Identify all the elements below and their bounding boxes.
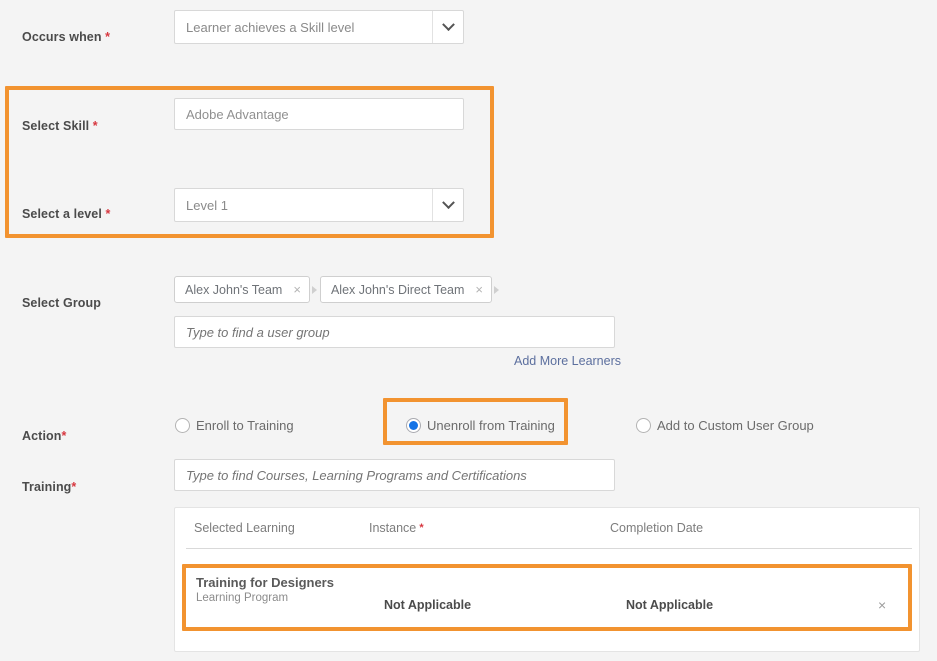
required-asterisk: * [102,207,111,221]
column-header-label: Instance [369,521,416,535]
radio-add-to-custom-user-group[interactable]: Add to Custom User Group [636,418,814,433]
occurs-when-label: Occurs when * [22,30,110,44]
required-asterisk: * [71,480,76,494]
enrollment-rule-form: Occurs when * Learner achieves a Skill l… [0,0,937,661]
chip-caret-icon [494,286,499,294]
required-asterisk: * [102,30,111,44]
group-chip-label: Alex John's Team [185,283,282,297]
selected-groups-chip-row: Alex John's Team × Alex John's Direct Te… [174,276,502,303]
close-icon[interactable]: × [475,283,483,296]
training-type: Learning Program [196,591,334,606]
radio-circle-icon[interactable] [406,418,421,433]
group-chip[interactable]: Alex John's Team × [174,276,310,303]
action-label-text: Action [22,429,62,443]
select-level-label: Select a level * [22,207,110,221]
radio-unenroll-from-training[interactable]: Unenroll from Training [406,418,555,433]
select-skill-label: Select Skill * [22,119,98,133]
table-header-instance: Instance * [369,521,424,535]
group-chip[interactable]: Alex John's Direct Team × [320,276,492,303]
table-row[interactable]: Training for Designers Learning Program [196,575,334,606]
action-label: Action* [22,429,66,443]
radio-circle-icon[interactable] [636,418,651,433]
chip-caret-icon [312,286,317,294]
table-header-divider [186,548,912,549]
select-group-label: Select Group [22,296,101,310]
select-level-select[interactable]: Level 1 [174,188,464,222]
radio-label: Add to Custom User Group [657,418,814,433]
chevron-down-icon[interactable] [432,11,463,43]
training-label-text: Training [22,480,71,494]
table-header-selected-learning: Selected Learning [194,521,295,535]
add-more-learners-link[interactable]: Add More Learners [514,354,621,368]
select-group-label-text: Select Group [22,296,101,310]
occurs-when-select[interactable]: Learner achieves a Skill level [174,10,464,44]
required-asterisk: * [416,522,423,534]
occurs-when-value: Learner achieves a Skill level [175,20,432,35]
radio-label: Enroll to Training [196,418,294,433]
remove-training-row-icon[interactable]: × [878,597,886,613]
select-level-value: Level 1 [175,198,432,213]
training-instance-value: Not Applicable [384,598,471,612]
group-chip-label: Alex John's Direct Team [331,283,464,297]
required-asterisk: * [89,119,98,133]
radio-label: Unenroll from Training [427,418,555,433]
training-label: Training* [22,480,76,494]
training-completion-date-value: Not Applicable [626,598,713,612]
select-skill-value: Adobe Advantage [186,107,289,122]
close-icon[interactable]: × [293,283,301,296]
radio-enroll-to-training[interactable]: Enroll to Training [175,418,294,433]
occurs-when-label-text: Occurs when [22,30,102,44]
select-skill-input[interactable]: Adobe Advantage [174,98,464,130]
radio-circle-icon[interactable] [175,418,190,433]
chevron-down-icon[interactable] [432,189,463,221]
user-group-search-input[interactable] [174,316,615,348]
training-search-input[interactable] [174,459,615,491]
column-header-label: Selected Learning [194,521,295,535]
required-asterisk: * [62,429,67,443]
table-header-completion-date: Completion Date [610,521,703,535]
select-skill-label-text: Select Skill [22,119,89,133]
training-name: Training for Designers [196,575,334,591]
column-header-label: Completion Date [610,521,703,535]
select-level-label-text: Select a level [22,207,102,221]
